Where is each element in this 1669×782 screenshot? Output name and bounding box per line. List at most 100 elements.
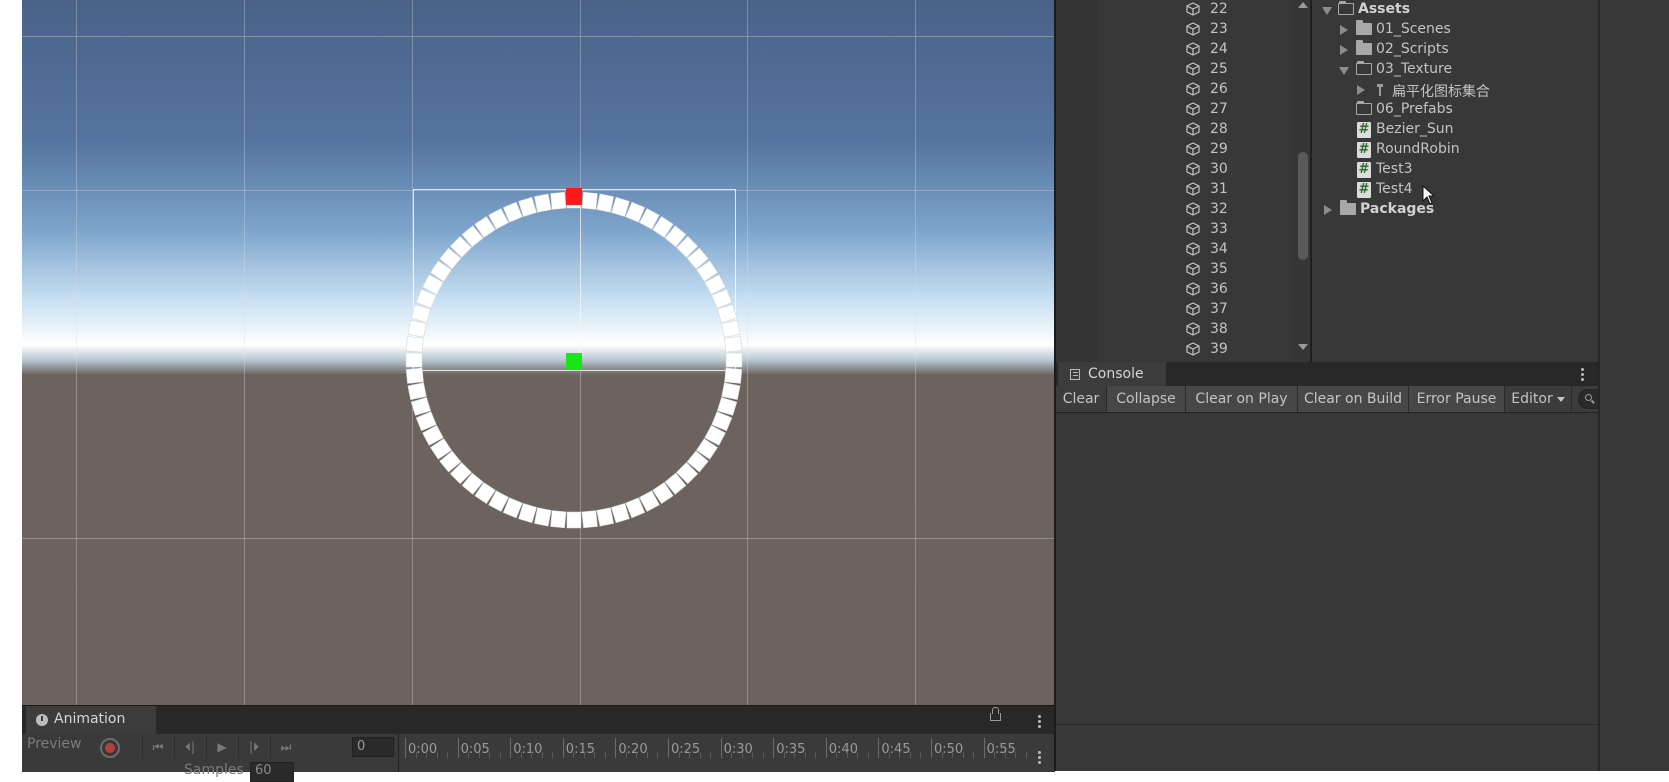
clear-on-play-button[interactable]: Clear on Play: [1186, 386, 1298, 412]
cube-icon: [1186, 222, 1200, 236]
project-item-prefabs[interactable]: 06_Prefabs: [1312, 100, 1598, 120]
samples-field[interactable]: 60: [250, 762, 294, 782]
hierarchy-item[interactable]: 28: [1186, 120, 1286, 140]
play-icon[interactable]: ▶: [206, 736, 237, 758]
cube-icon: [1186, 62, 1200, 76]
project-item-packages[interactable]: Packages: [1312, 200, 1598, 220]
frame-field[interactable]: 0: [352, 737, 394, 757]
timeline-minor-tick: [604, 752, 606, 758]
project-item-icon-set[interactable]: 扁平化图标集合: [1312, 80, 1598, 100]
chevron-down-icon[interactable]: [1339, 67, 1349, 75]
last-key-icon[interactable]: ⏭: [270, 736, 301, 758]
project-panel: Assets 01_Scenes 02_Scripts 03_Texture 扁…: [1312, 0, 1598, 362]
editor-dropdown[interactable]: Editor: [1505, 386, 1572, 412]
console-tab-bar: Console: [1056, 362, 1598, 386]
ring-tile: [596, 193, 614, 213]
project-item-label: Assets: [1358, 1, 1411, 17]
scroll-down-icon[interactable]: [1298, 344, 1308, 350]
timeline-tick-label: 0:40: [828, 742, 858, 757]
clear-on-build-button[interactable]: Clear on Build: [1298, 386, 1409, 412]
hierarchy-item[interactable]: 24: [1186, 40, 1286, 60]
hierarchy-item-label: 30: [1210, 161, 1228, 177]
chevron-right-icon[interactable]: [1340, 25, 1348, 35]
hierarchy-item[interactable]: 22: [1186, 0, 1286, 20]
console-tab[interactable]: Console: [1058, 362, 1166, 386]
hierarchy-item[interactable]: 39: [1186, 340, 1286, 360]
search-icon[interactable]: [1578, 389, 1598, 409]
timeline-minor-tick: [836, 752, 838, 758]
timeline-major-tick: [615, 738, 617, 758]
chevron-right-icon[interactable]: [1324, 205, 1332, 215]
error-pause-button[interactable]: Error Pause: [1409, 386, 1505, 412]
hierarchy-item-label: 23: [1210, 21, 1228, 37]
hierarchy-item[interactable]: 27: [1186, 100, 1286, 120]
timeline-minor-tick: [426, 752, 428, 758]
timeline-minor-tick: [489, 752, 491, 758]
timeline-tick-label: 0:00: [408, 742, 438, 757]
texture-icon: [1377, 84, 1383, 96]
project-item-test4[interactable]: # Test4: [1312, 180, 1598, 200]
timeline-minor-tick: [573, 752, 575, 758]
timeline-tick-label: 0:30: [723, 742, 753, 757]
timeline-major-tick: [931, 738, 932, 758]
project-item-assets[interactable]: Assets: [1312, 0, 1598, 20]
timeline-minor-tick: [657, 752, 659, 758]
scroll-up-icon[interactable]: [1298, 2, 1308, 8]
hierarchy-item[interactable]: 35: [1186, 260, 1286, 280]
cube-icon: [1186, 322, 1200, 336]
timeline-minor-tick: [646, 752, 648, 758]
preview-button[interactable]: Preview: [27, 736, 82, 752]
record-icon[interactable]: [100, 738, 120, 758]
kebab-menu-icon[interactable]: [1581, 373, 1584, 376]
timeline-minor-tick: [846, 752, 848, 758]
project-item-roundrobin[interactable]: # RoundRobin: [1312, 140, 1598, 160]
hierarchy-item[interactable]: 33: [1186, 220, 1286, 240]
hierarchy-item[interactable]: 32: [1186, 200, 1286, 220]
timeline-ruler[interactable]: 0:00 0:05 0:10 0:15 0:20 0:25 0:30 0:35 0:40 0:45…: [398, 734, 1055, 772]
animation-tab[interactable]: Animation: [26, 706, 156, 734]
timeline-minor-tick: [857, 752, 859, 758]
clock-icon: [36, 714, 48, 726]
kebab-menu-icon[interactable]: [1038, 756, 1041, 759]
clear-button[interactable]: Clear: [1056, 386, 1107, 412]
hierarchy-item[interactable]: 30: [1186, 160, 1286, 180]
cube-icon: [1186, 22, 1200, 36]
collapse-button[interactable]: Collapse: [1107, 386, 1186, 412]
project-item-bezier-sun[interactable]: # Bezier_Sun: [1312, 120, 1598, 140]
hierarchy-item[interactable]: 36: [1186, 280, 1286, 300]
hierarchy-item[interactable]: 37: [1186, 300, 1286, 320]
hierarchy-item-label: 24: [1210, 41, 1228, 57]
next-key-icon[interactable]: |⏵: [238, 736, 269, 758]
timeline-minor-tick: [867, 752, 869, 758]
ring-tile: [724, 367, 743, 384]
scene-view[interactable]: [22, 0, 1054, 705]
hierarchy-item[interactable]: 25: [1186, 60, 1286, 80]
chevron-right-icon[interactable]: [1357, 85, 1365, 95]
chevron-down-icon[interactable]: [1322, 7, 1332, 15]
project-item-test3[interactable]: # Test3: [1312, 160, 1598, 180]
chevron-right-icon[interactable]: [1340, 45, 1348, 55]
project-item-label: 06_Prefabs: [1376, 101, 1453, 117]
project-item-texture[interactable]: 03_Texture: [1312, 60, 1598, 80]
project-item-scripts[interactable]: 02_Scripts: [1312, 40, 1598, 60]
hierarchy-item[interactable]: 31: [1186, 180, 1286, 200]
hierarchy-item[interactable]: 34: [1186, 240, 1286, 260]
timeline-minor-tick: [741, 752, 743, 758]
hierarchy-item[interactable]: 23: [1186, 20, 1286, 40]
lock-icon[interactable]: [990, 707, 1001, 721]
hierarchy-item-label: 31: [1210, 181, 1228, 197]
timeline-minor-tick: [899, 752, 901, 758]
prev-key-icon[interactable]: ⏴|: [174, 736, 205, 758]
kebab-menu-icon[interactable]: [1038, 720, 1041, 723]
hierarchy-item[interactable]: 26: [1186, 80, 1286, 100]
hierarchy-item[interactable]: 29: [1186, 140, 1286, 160]
first-key-icon[interactable]: ⏮: [142, 736, 173, 758]
hierarchy-item[interactable]: 38: [1186, 320, 1286, 340]
hierarchy-scroll-thumb[interactable]: [1298, 152, 1308, 260]
selected-tile-handle[interactable]: [566, 188, 582, 205]
timeline-minor-tick: [994, 752, 996, 758]
pivot-handle[interactable]: [566, 353, 582, 370]
project-item-scenes[interactable]: 01_Scenes: [1312, 20, 1598, 40]
timeline-minor-tick: [1004, 752, 1006, 758]
hierarchy-item-label: 27: [1210, 101, 1228, 117]
